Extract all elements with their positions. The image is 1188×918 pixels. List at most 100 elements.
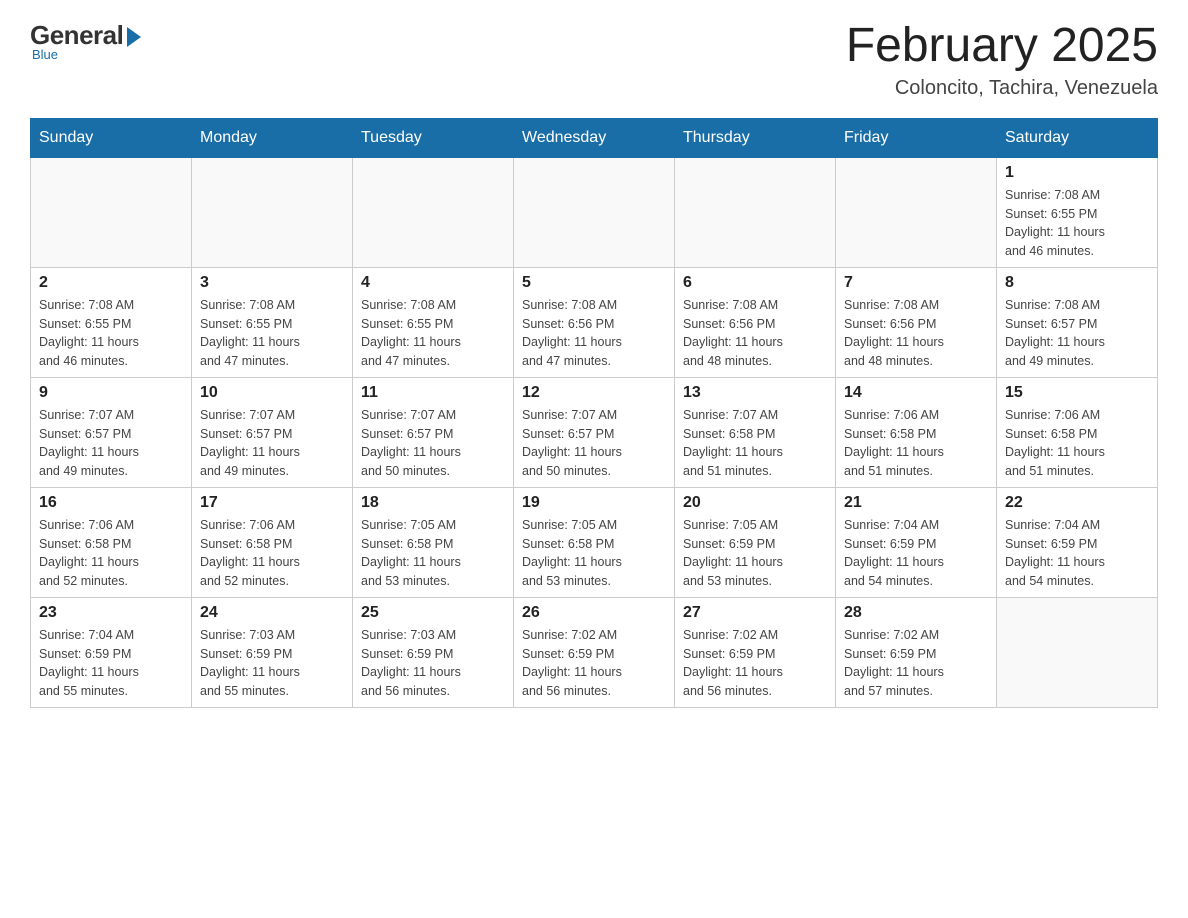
day-number: 23 — [39, 604, 183, 622]
day-number: 17 — [200, 494, 344, 512]
day-info: Sunrise: 7:07 AMSunset: 6:57 PMDaylight:… — [200, 406, 344, 481]
day-number: 12 — [522, 384, 666, 402]
calendar-cell: 9 Sunrise: 7:07 AMSunset: 6:57 PMDaylight… — [31, 377, 192, 487]
calendar-cell — [836, 157, 997, 267]
day-info: Sunrise: 7:02 AMSunset: 6:59 PMDaylight:… — [844, 626, 988, 701]
calendar-week-0: 1 Sunrise: 7:08 AMSunset: 6:55 PMDaylight… — [31, 157, 1158, 267]
day-number: 24 — [200, 604, 344, 622]
day-info: Sunrise: 7:02 AMSunset: 6:59 PMDaylight:… — [683, 626, 827, 701]
calendar-cell: 24 Sunrise: 7:03 AMSunset: 6:59 PMDayligh… — [192, 597, 353, 707]
title-block: February 2025 Coloncito, Tachira, Venezu… — [846, 20, 1158, 100]
calendar-cell: 7 Sunrise: 7:08 AMSunset: 6:56 PMDaylight… — [836, 267, 997, 377]
day-number: 28 — [844, 604, 988, 622]
day-info: Sunrise: 7:06 AMSunset: 6:58 PMDaylight:… — [844, 406, 988, 481]
day-number: 25 — [361, 604, 505, 622]
day-of-week-tuesday: Tuesday — [353, 118, 514, 157]
day-info: Sunrise: 7:08 AMSunset: 6:55 PMDaylight:… — [1005, 186, 1149, 261]
day-info: Sunrise: 7:04 AMSunset: 6:59 PMDaylight:… — [844, 516, 988, 591]
calendar-cell: 1 Sunrise: 7:08 AMSunset: 6:55 PMDaylight… — [997, 157, 1158, 267]
calendar-cell: 13Sunrise: 7:07 AMSunset: 6:58 PMDayligh… — [675, 377, 836, 487]
calendar-cell — [514, 157, 675, 267]
day-number: 27 — [683, 604, 827, 622]
day-info: Sunrise: 7:07 AMSunset: 6:57 PMDaylight:… — [39, 406, 183, 481]
day-info: Sunrise: 7:03 AMSunset: 6:59 PMDaylight:… — [200, 626, 344, 701]
logo-arrow-icon — [127, 27, 141, 47]
day-of-week-thursday: Thursday — [675, 118, 836, 157]
calendar-cell: 26 Sunrise: 7:02 AMSunset: 6:59 PMDayligh… — [514, 597, 675, 707]
day-number: 21 — [844, 494, 988, 512]
day-number: 16 — [39, 494, 183, 512]
logo-blue-text: Blue — [32, 47, 58, 62]
calendar-cell: 3 Sunrise: 7:08 AMSunset: 6:55 PMDaylight… — [192, 267, 353, 377]
calendar-week-1: 2Sunrise: 7:08 AMSunset: 6:55 PMDaylight… — [31, 267, 1158, 377]
calendar-cell: 8Sunrise: 7:08 AMSunset: 6:57 PMDaylight… — [997, 267, 1158, 377]
day-info: Sunrise: 7:08 AMSunset: 6:55 PMDaylight:… — [200, 296, 344, 371]
day-info: Sunrise: 7:05 AMSunset: 6:58 PMDaylight:… — [361, 516, 505, 591]
calendar-cell: 5 Sunrise: 7:08 AMSunset: 6:56 PMDaylight… — [514, 267, 675, 377]
day-number: 4 — [361, 274, 505, 292]
calendar-cell: 21 Sunrise: 7:04 AMSunset: 6:59 PMDayligh… — [836, 487, 997, 597]
logo: General Blue — [30, 20, 141, 62]
calendar-table: SundayMondayTuesdayWednesdayThursdayFrid… — [30, 118, 1158, 708]
day-info: Sunrise: 7:08 AMSunset: 6:56 PMDaylight:… — [522, 296, 666, 371]
day-info: Sunrise: 7:07 AMSunset: 6:57 PMDaylight:… — [522, 406, 666, 481]
calendar-cell: 19Sunrise: 7:05 AMSunset: 6:58 PMDayligh… — [514, 487, 675, 597]
day-info: Sunrise: 7:04 AMSunset: 6:59 PMDaylight:… — [39, 626, 183, 701]
day-number: 15 — [1005, 384, 1149, 402]
month-title: February 2025 — [846, 20, 1158, 73]
calendar-week-4: 23 Sunrise: 7:04 AMSunset: 6:59 PMDayligh… — [31, 597, 1158, 707]
day-number: 10 — [200, 384, 344, 402]
day-info: Sunrise: 7:06 AMSunset: 6:58 PMDaylight:… — [200, 516, 344, 591]
calendar-cell: 12 Sunrise: 7:07 AMSunset: 6:57 PMDayligh… — [514, 377, 675, 487]
calendar-cell: 14 Sunrise: 7:06 AMSunset: 6:58 PMDayligh… — [836, 377, 997, 487]
calendar-cell — [192, 157, 353, 267]
day-info: Sunrise: 7:08 AMSunset: 6:56 PMDaylight:… — [844, 296, 988, 371]
calendar-cell — [31, 157, 192, 267]
calendar-header: SundayMondayTuesdayWednesdayThursdayFrid… — [31, 118, 1158, 157]
day-info: Sunrise: 7:03 AMSunset: 6:59 PMDaylight:… — [361, 626, 505, 701]
calendar-cell: 28 Sunrise: 7:02 AMSunset: 6:59 PMDayligh… — [836, 597, 997, 707]
day-number: 20 — [683, 494, 827, 512]
day-of-week-sunday: Sunday — [31, 118, 192, 157]
day-number: 5 — [522, 274, 666, 292]
day-number: 9 — [39, 384, 183, 402]
day-info: Sunrise: 7:05 AMSunset: 6:59 PMDaylight:… — [683, 516, 827, 591]
day-number: 6 — [683, 274, 827, 292]
day-of-week-wednesday: Wednesday — [514, 118, 675, 157]
days-of-week-row: SundayMondayTuesdayWednesdayThursdayFrid… — [31, 118, 1158, 157]
day-info: Sunrise: 7:04 AMSunset: 6:59 PMDaylight:… — [1005, 516, 1149, 591]
calendar-cell: 20 Sunrise: 7:05 AMSunset: 6:59 PMDayligh… — [675, 487, 836, 597]
day-number: 7 — [844, 274, 988, 292]
day-info: Sunrise: 7:02 AMSunset: 6:59 PMDaylight:… — [522, 626, 666, 701]
calendar-cell: 23 Sunrise: 7:04 AMSunset: 6:59 PMDayligh… — [31, 597, 192, 707]
day-number: 14 — [844, 384, 988, 402]
calendar-cell: 27 Sunrise: 7:02 AMSunset: 6:59 PMDayligh… — [675, 597, 836, 707]
calendar-cell: 25 Sunrise: 7:03 AMSunset: 6:59 PMDayligh… — [353, 597, 514, 707]
day-info: Sunrise: 7:08 AMSunset: 6:56 PMDaylight:… — [683, 296, 827, 371]
calendar-cell: 10 Sunrise: 7:07 AMSunset: 6:57 PMDayligh… — [192, 377, 353, 487]
day-info: Sunrise: 7:08 AMSunset: 6:55 PMDaylight:… — [361, 296, 505, 371]
day-of-week-friday: Friday — [836, 118, 997, 157]
day-of-week-saturday: Saturday — [997, 118, 1158, 157]
day-number: 3 — [200, 274, 344, 292]
calendar-week-2: 9 Sunrise: 7:07 AMSunset: 6:57 PMDaylight… — [31, 377, 1158, 487]
calendar-cell — [675, 157, 836, 267]
calendar-body: 1 Sunrise: 7:08 AMSunset: 6:55 PMDaylight… — [31, 157, 1158, 707]
calendar-cell — [353, 157, 514, 267]
calendar-cell: 15 Sunrise: 7:06 AMSunset: 6:58 PMDayligh… — [997, 377, 1158, 487]
day-info: Sunrise: 7:06 AMSunset: 6:58 PMDaylight:… — [1005, 406, 1149, 481]
calendar-cell — [997, 597, 1158, 707]
day-number: 19 — [522, 494, 666, 512]
day-number: 26 — [522, 604, 666, 622]
calendar-cell: 22 Sunrise: 7:04 AMSunset: 6:59 PMDayligh… — [997, 487, 1158, 597]
location-title: Coloncito, Tachira, Venezuela — [846, 77, 1158, 100]
day-of-week-monday: Monday — [192, 118, 353, 157]
calendar-week-3: 16 Sunrise: 7:06 AMSunset: 6:58 PMDayligh… — [31, 487, 1158, 597]
day-info: Sunrise: 7:08 AMSunset: 6:57 PMDaylight:… — [1005, 296, 1149, 371]
calendar-cell: 17 Sunrise: 7:06 AMSunset: 6:58 PMDayligh… — [192, 487, 353, 597]
calendar-cell: 2Sunrise: 7:08 AMSunset: 6:55 PMDaylight… — [31, 267, 192, 377]
day-number: 1 — [1005, 164, 1149, 182]
day-number: 22 — [1005, 494, 1149, 512]
day-info: Sunrise: 7:07 AMSunset: 6:58 PMDaylight:… — [683, 406, 827, 481]
day-number: 11 — [361, 384, 505, 402]
